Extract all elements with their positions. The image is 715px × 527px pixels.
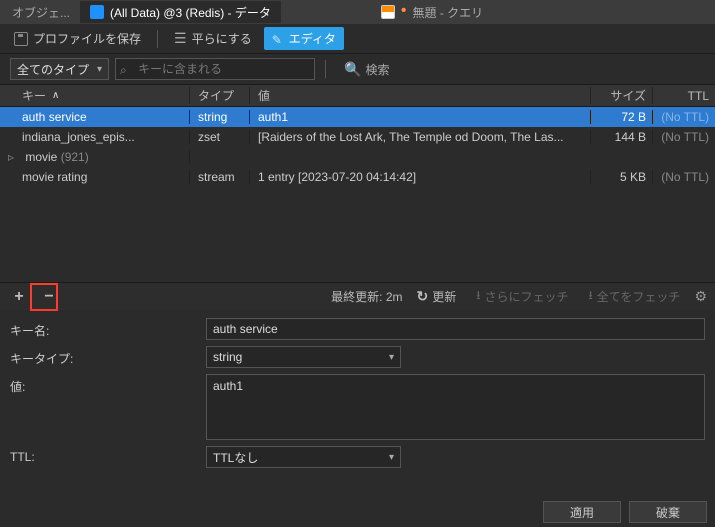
details-pane: キー名: auth service キータイプ: string ▾ 値: aut… — [0, 310, 715, 468]
search-field-wrap: ⌕ — [115, 58, 315, 80]
fetch-more-button[interactable]: ⭳ さらにフェッチ — [470, 286, 574, 307]
key-table: キー ∧ タイプ 値 サイズ TTL auth service string a… — [0, 84, 715, 282]
gear-icon[interactable]: ⚙ — [694, 288, 707, 305]
chevron-down-icon: ▾ — [389, 452, 394, 463]
toolbar: プロファイルを保存 ☰ 平らにする ✎ エディタ — [0, 24, 715, 54]
key-name-label: キー名: — [10, 318, 206, 339]
save-profile-button[interactable]: プロファイルを保存 — [6, 27, 149, 50]
chevron-down-icon: ▾ — [389, 352, 394, 363]
sort-asc-icon: ∧ — [52, 90, 59, 101]
column-header-size[interactable]: サイズ — [591, 87, 653, 104]
tab-bar: オブジェ... (All Data) @3 (Redis) - データ • 無題… — [0, 0, 715, 24]
table-row[interactable]: movie rating stream 1 entry [2023-07-20 … — [0, 167, 715, 187]
value-label: 値: — [10, 374, 206, 395]
tab-query[interactable]: • 無題 - クエリ — [371, 1, 493, 23]
chevron-down-icon: ▾ — [97, 64, 102, 75]
download-icon: ⭳ — [476, 286, 480, 307]
button-label: 平らにする — [192, 30, 252, 47]
tab-label: 無題 - クエリ — [413, 4, 484, 21]
refresh-icon: ↻ — [417, 288, 429, 305]
sheet-icon — [381, 5, 395, 19]
tab-label: オブジェ... — [12, 4, 70, 21]
refresh-button[interactable]: ↻ 更新 — [411, 288, 463, 305]
remove-key-button[interactable]: − — [38, 286, 60, 308]
tab-objects[interactable]: オブジェ... — [2, 1, 80, 23]
last-update-label: 最終更新: 2m — [331, 288, 402, 305]
column-header-type[interactable]: タイプ — [190, 87, 250, 104]
database-icon — [90, 5, 104, 19]
key-type-label: キータイプ: — [10, 346, 206, 367]
search-button[interactable]: 🔍 検索 — [336, 61, 389, 78]
flatten-icon: ☰ — [174, 30, 187, 47]
table-header: キー ∧ タイプ 値 サイズ TTL — [0, 85, 715, 107]
button-label: プロファイルを保存 — [33, 30, 141, 47]
fetch-all-button[interactable]: ⭳ 全てをフェッチ — [582, 286, 686, 307]
dirty-indicator-icon: • — [401, 6, 407, 16]
type-filter-select[interactable]: 全てのタイプ ▾ — [10, 58, 109, 80]
divider — [325, 60, 326, 78]
expand-icon[interactable]: ▹ — [8, 150, 18, 164]
save-icon — [14, 32, 28, 46]
table-row[interactable]: auth service string auth1 72 B (No TTL) — [0, 107, 715, 127]
table-row[interactable]: ▹ movie (921) — [0, 147, 715, 167]
select-value: 全てのタイプ — [17, 61, 89, 78]
edit-icon: ✎ — [272, 33, 284, 45]
divider — [157, 30, 158, 48]
table-row[interactable]: indiana_jones_epis... zset [Raiders of t… — [0, 127, 715, 147]
editor-button[interactable]: ✎ エディタ — [264, 27, 344, 50]
ttl-label: TTL: — [10, 446, 206, 464]
key-type-select[interactable]: string ▾ — [206, 346, 401, 368]
ttl-select[interactable]: TTLなし ▾ — [206, 446, 401, 468]
action-bar: + − 最終更新: 2m ↻ 更新 ⭳ さらにフェッチ ⭳ 全てをフェッチ ⚙ — [0, 282, 715, 310]
key-search-input[interactable] — [134, 62, 310, 76]
column-header-ttl[interactable]: TTL — [653, 89, 715, 103]
bottom-bar: 適用 破棄 — [543, 501, 707, 523]
key-name-input[interactable]: auth service — [206, 318, 705, 340]
button-label: 検索 — [365, 61, 389, 78]
search-icon: 🔍 — [344, 61, 361, 78]
discard-button[interactable]: 破棄 — [629, 501, 707, 523]
value-textarea[interactable]: auth1 — [206, 374, 705, 440]
tab-data[interactable]: (All Data) @3 (Redis) - データ — [80, 1, 281, 23]
add-key-button[interactable]: + — [8, 286, 30, 308]
tab-label: (All Data) @3 (Redis) - データ — [110, 4, 271, 21]
column-header-key[interactable]: キー ∧ — [0, 87, 190, 104]
column-header-value[interactable]: 値 — [250, 87, 591, 104]
filter-bar: 全てのタイプ ▾ ⌕ 🔍 検索 — [0, 54, 715, 84]
button-label: エディタ — [289, 30, 336, 47]
apply-button[interactable]: 適用 — [543, 501, 621, 523]
key-icon: ⌕ — [120, 63, 134, 75]
flatten-button[interactable]: ☰ 平らにする — [166, 27, 260, 50]
download-all-icon: ⭳ — [588, 286, 592, 307]
